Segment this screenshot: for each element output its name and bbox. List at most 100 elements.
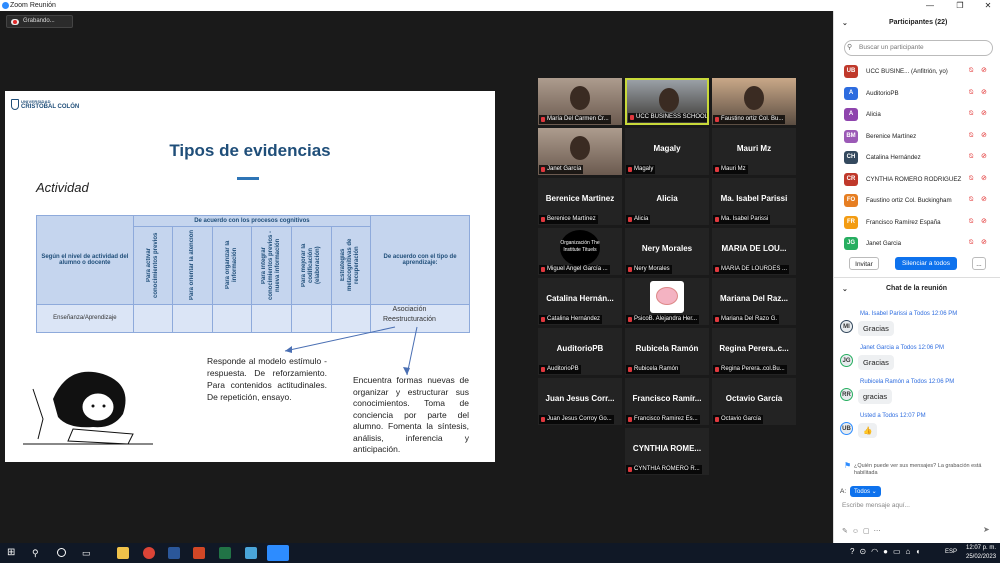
chrome-icon[interactable] (143, 547, 155, 559)
video-off-icon[interactable]: ⊘ (981, 67, 989, 75)
participant-tile[interactable]: Rubicela Ramón Rubicela Ramón (625, 328, 709, 375)
participant-tile[interactable]: Faustino ortiz Col. Bu... (712, 78, 796, 125)
participant-tile[interactable]: Janet García (538, 128, 622, 175)
participant-tile[interactable]: Francisco Ramír... Francisco Ramirez Es..… (625, 378, 709, 425)
search-icon[interactable]: ⚲ (32, 547, 44, 559)
excel-icon[interactable] (219, 547, 231, 559)
windows-start-icon[interactable]: ⊞ (7, 547, 19, 559)
send-icon[interactable]: ➤ (983, 525, 990, 534)
chat-message-bubble[interactable]: Gracias (858, 321, 894, 336)
invite-button[interactable]: Invitar (849, 257, 879, 270)
participant-silhouette (570, 136, 590, 160)
chat-input[interactable]: Escribe mensaje aquí... (842, 502, 910, 509)
participant-label: Magaly (626, 165, 656, 174)
muted-mic-icon[interactable]: ⍉ (969, 196, 977, 204)
close-button[interactable]: ✕ (978, 0, 998, 11)
chat-message-bubble[interactable]: Gracias (858, 355, 894, 370)
participant-name: Faustino ortiz Col. Buckingham (866, 197, 952, 204)
participant-name: Janet Garcia (866, 240, 902, 247)
brain-avatar-icon (650, 281, 684, 313)
system-tray-icons[interactable]: ?⊙◠●▭⌂◖ (850, 547, 925, 556)
window-title: Zoom Reunión (10, 2, 56, 9)
chat-toolbar-icons[interactable]: ✎☺▢⋯ (842, 527, 885, 535)
participant-row[interactable]: A AuditorioPB ⍉ ⊘ (844, 83, 994, 103)
video-off-icon[interactable]: ⊘ (981, 132, 989, 140)
chat-message-bubble[interactable]: 👍 (858, 423, 878, 438)
participant-name: Magaly (653, 144, 681, 153)
participant-tile[interactable]: Ma. Isabel Parissi Ma. Isabel Parissi (712, 178, 796, 225)
video-off-icon[interactable]: ⊘ (981, 239, 989, 247)
participant-row[interactable]: FR Francisco Ramírez España ⍉ ⊘ (844, 212, 994, 232)
task-view-icon[interactable]: ▭ (82, 547, 94, 559)
participant-label: CYNTHIA ROMERO R... (626, 465, 702, 474)
participant-tile[interactable]: Catalina Hernán... Catalina Hernández (538, 278, 622, 325)
video-off-icon[interactable]: ⊘ (981, 89, 989, 97)
participant-label: Mauri Mz (713, 165, 748, 174)
avatar: A (844, 86, 858, 100)
muted-mic-icon[interactable]: ⍉ (969, 218, 977, 226)
participant-tile[interactable]: Nery Morales Nery Morales (625, 228, 709, 275)
participant-row[interactable]: UB UCC BUSINE... (Anfitrión, yo) ⍉ ⊘ (844, 61, 994, 81)
participant-name: Catalina Hernández (866, 154, 921, 161)
maximize-button[interactable]: ❐ (950, 0, 970, 11)
participant-label: Francisco Ramirez Es... (626, 415, 700, 424)
participant-tile[interactable]: Organización The Institute Tituels Miguel… (538, 228, 622, 275)
muted-mic-icon[interactable]: ⍉ (969, 175, 977, 183)
participant-tile[interactable]: Regina Perera..c... Regina Perera..col.Bu… (712, 328, 796, 375)
muted-mic-icon[interactable]: ⍉ (969, 132, 977, 140)
mute-all-button[interactable]: Silenciar a todos (895, 257, 957, 270)
video-off-icon[interactable]: ⊘ (981, 110, 989, 118)
powerpoint-icon[interactable] (193, 547, 205, 559)
participant-tile[interactable]: Berenice Martinez Berenice Martínez (538, 178, 622, 225)
video-off-icon[interactable]: ⊘ (981, 218, 989, 226)
participant-tile[interactable]: Magaly Magaly (625, 128, 709, 175)
muted-mic-icon[interactable]: ⍉ (969, 239, 977, 247)
muted-mic-icon[interactable]: ⍉ (969, 89, 977, 97)
participant-tile[interactable]: María Del Carmen Cr... (538, 78, 622, 125)
participant-tile[interactable]: Mauri Mz Mauri Mz (712, 128, 796, 175)
muted-mic-icon[interactable]: ⍉ (969, 153, 977, 161)
participant-tile[interactable]: Alicia Alicia (625, 178, 709, 225)
chat-recipient-dropdown[interactable]: Todos ⌄ (850, 486, 881, 497)
video-off-icon[interactable]: ⊘ (981, 196, 989, 204)
video-off-icon[interactable]: ⊘ (981, 175, 989, 183)
participant-tile[interactable]: AuditorioPB AuditorioPB (538, 328, 622, 375)
collapse-chevron-icon[interactable]: ⌄ (842, 285, 848, 293)
chat-privacy-notice[interactable]: ¿Quién puede ver sus mensajes? La grabac… (854, 463, 994, 477)
participant-name: Francisco Ramír... (632, 394, 702, 403)
participant-row[interactable]: A Alicia ⍉ ⊘ (844, 104, 994, 124)
participant-name: Mariana Del Raz... (719, 294, 789, 303)
participant-silhouette (570, 86, 590, 110)
participant-tile[interactable]: UCC BUSINESS SCHOOL (625, 78, 709, 125)
participant-row[interactable]: CR CYNTHIA ROMERO RODRIGUEZ ⍉ ⊘ (844, 169, 994, 189)
participant-tile[interactable]: PsicoB. Alejandra Her... (625, 278, 709, 325)
participant-row[interactable]: CH Catalina Hernández ⍉ ⊘ (844, 147, 994, 167)
participant-search-input[interactable]: Buscar un participante (844, 40, 993, 56)
app-icon[interactable] (245, 547, 257, 559)
slide-text-left: Responde al modelo estímulo - respuesta.… (207, 356, 327, 402)
more-options-button[interactable]: ... (972, 257, 986, 270)
participant-name: Nery Morales (641, 244, 693, 253)
chat-message-bubble[interactable]: gracias (858, 389, 893, 404)
participant-tile[interactable]: Juan Jesus Corr... Juan Jesus Corroy Go..… (538, 378, 622, 425)
minimize-button[interactable]: — (920, 0, 940, 11)
cortana-icon[interactable] (57, 548, 66, 557)
clock[interactable]: 12:07 p. m. 25/02/2023 (966, 544, 996, 562)
participant-tile[interactable]: Mariana Del Raz... Mariana Del Razo G. (712, 278, 796, 325)
muted-mic-icon[interactable]: ⍉ (969, 110, 977, 118)
participant-tile[interactable]: Octavio García Octavio García (712, 378, 796, 425)
participant-tile[interactable]: CYNTHIA ROME... CYNTHIA ROMERO R... (625, 428, 709, 475)
participant-row[interactable]: JG Janet Garcia ⍉ ⊘ (844, 233, 994, 253)
language-indicator[interactable]: ESP (945, 549, 957, 555)
word-icon[interactable] (168, 547, 180, 559)
recording-indicator[interactable]: Grabando... (6, 15, 73, 28)
video-off-icon[interactable]: ⊘ (981, 153, 989, 161)
zoom-taskbar-icon[interactable] (267, 545, 289, 561)
chat-title: Chat de la reunión (886, 285, 948, 292)
participant-row[interactable]: FO Faustino ortiz Col. Buckingham ⍉ ⊘ (844, 190, 994, 210)
collapse-chevron-icon[interactable]: ⌄ (842, 19, 848, 27)
muted-mic-icon[interactable]: ⍉ (969, 67, 977, 75)
participant-row[interactable]: BM Berenice Martínez ⍉ ⊘ (844, 126, 994, 146)
participant-tile[interactable]: MARIA DE LOU... MARIA DE LOURDES ... (712, 228, 796, 275)
file-explorer-icon[interactable] (117, 547, 129, 559)
